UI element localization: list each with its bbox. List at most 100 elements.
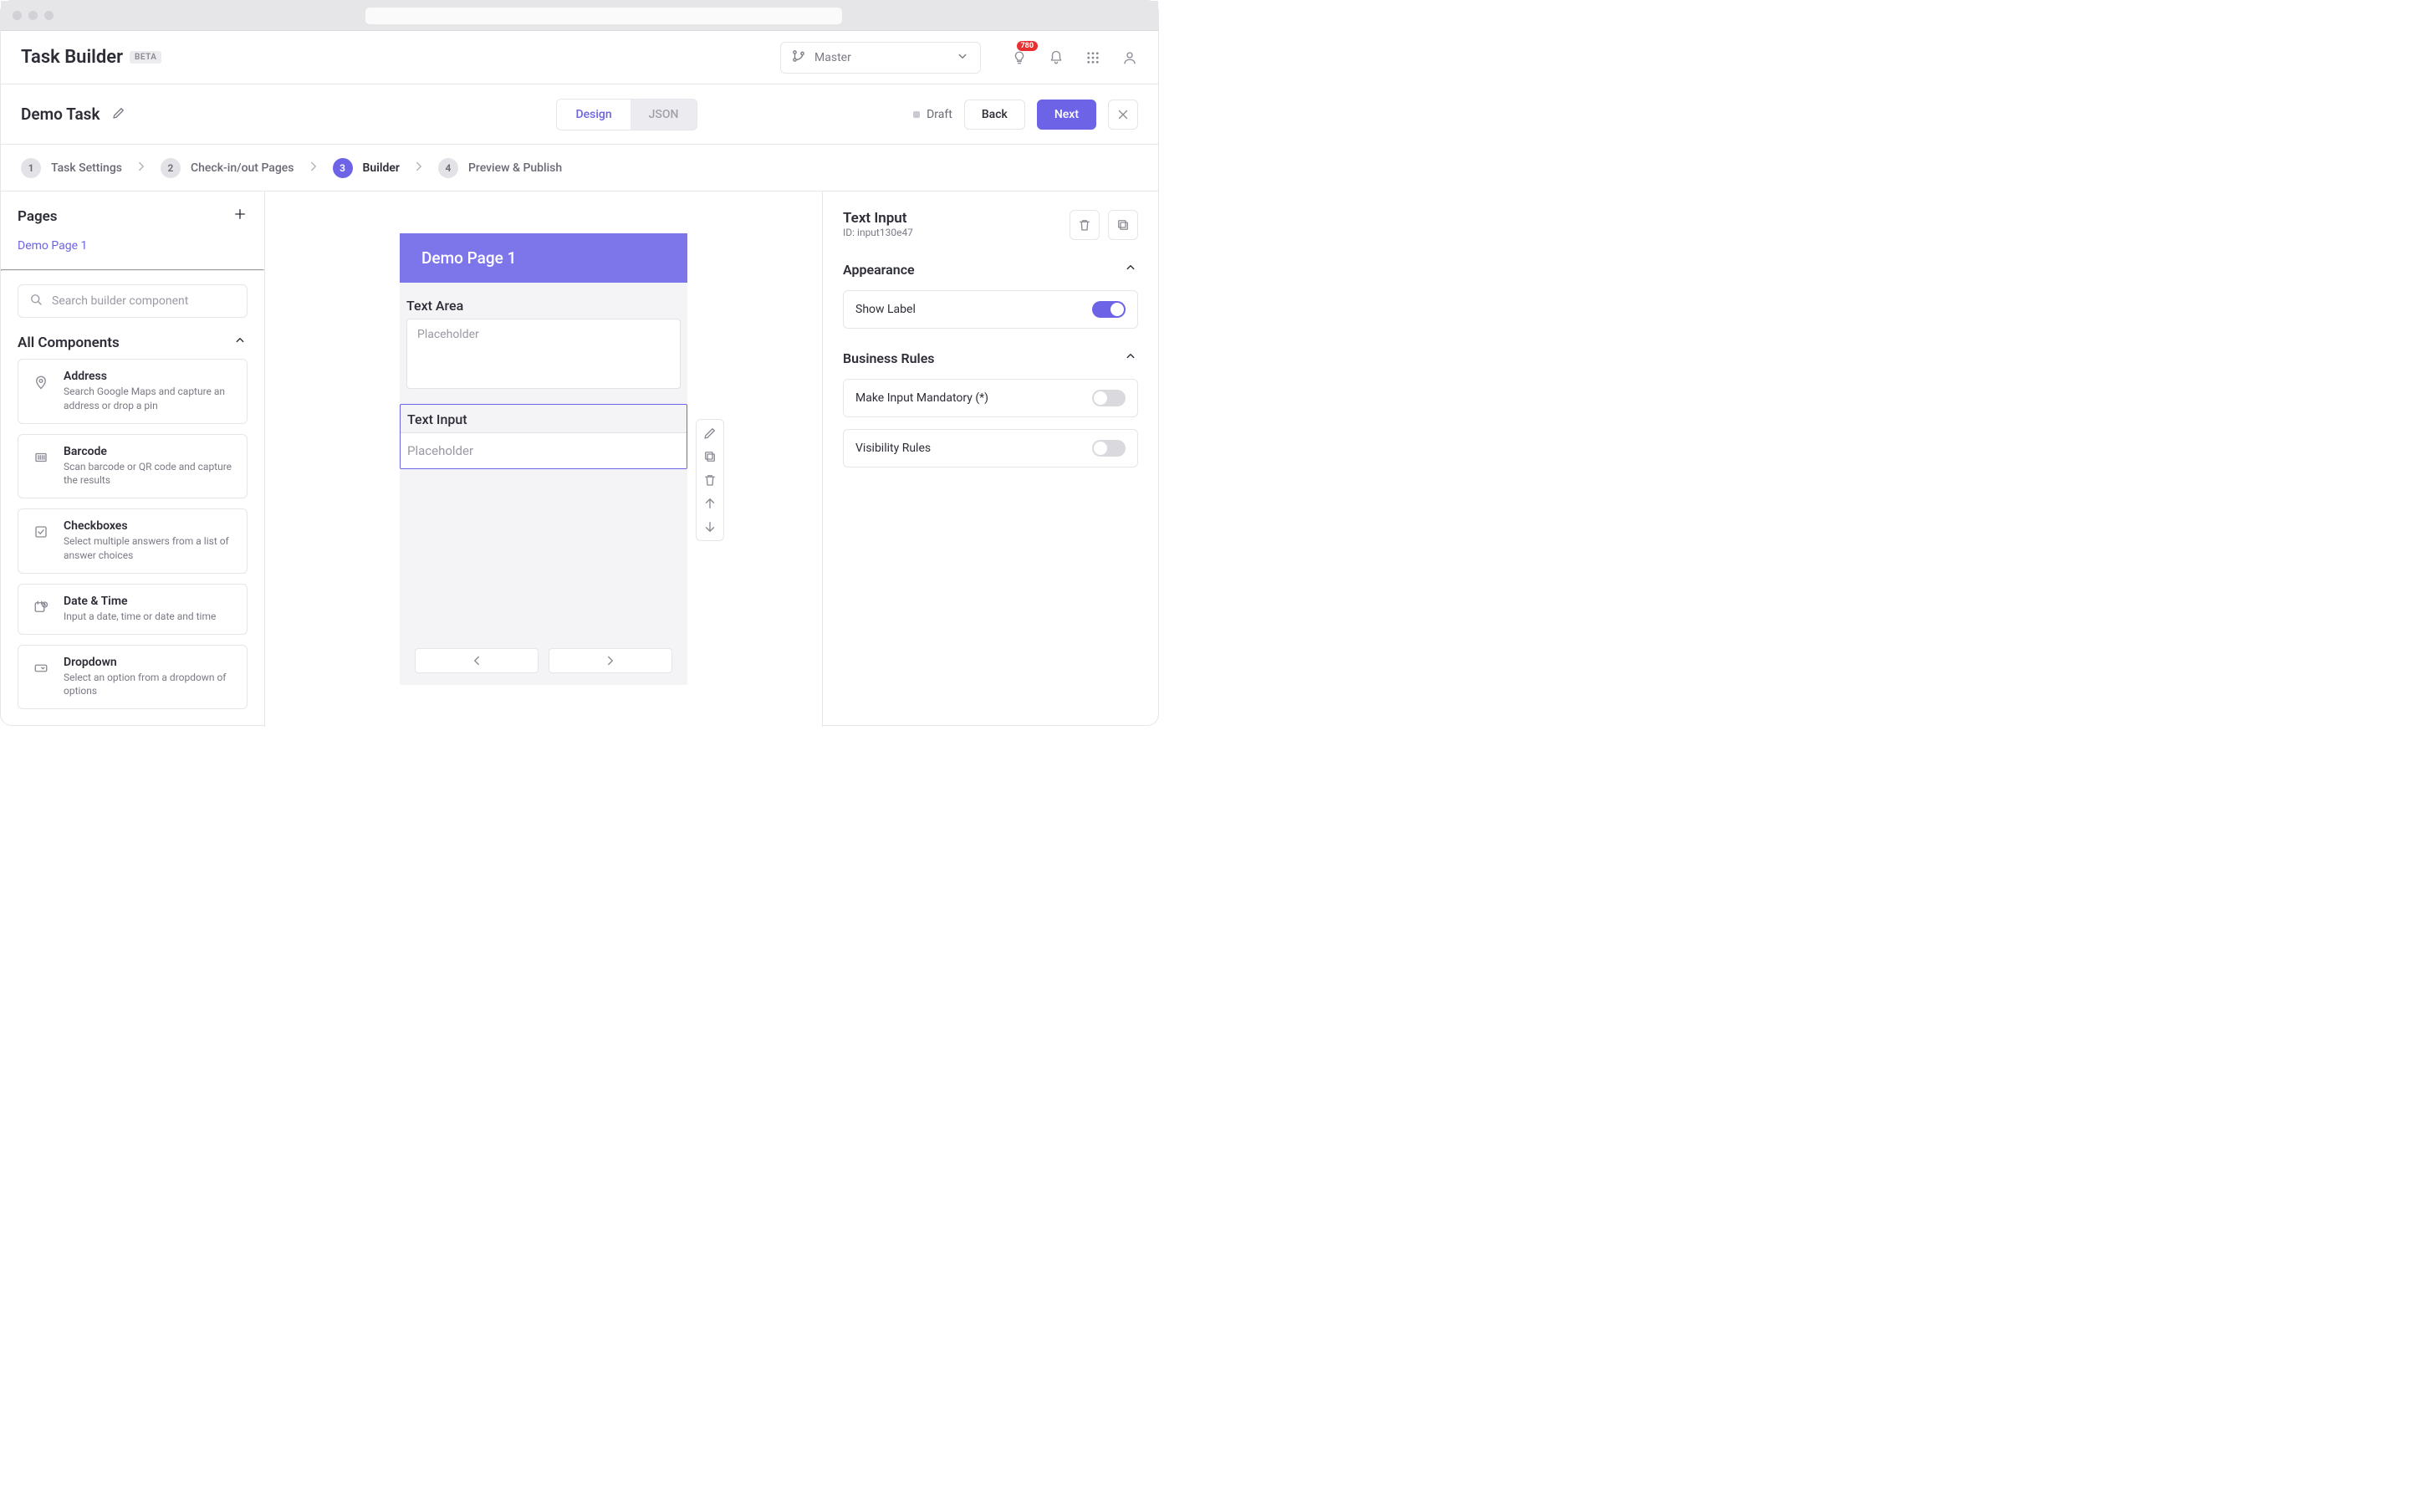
stepper: 1 Task Settings 2 Check-in/out Pages 3 B…: [1, 145, 1158, 192]
hints-icon[interactable]: 780: [1011, 49, 1028, 66]
step-builder[interactable]: 3 Builder: [333, 158, 400, 178]
task-header: Demo Task Design JSON Draft Back Next: [1, 84, 1158, 145]
inspector-title: Text Input: [843, 210, 913, 227]
status-badge: Draft: [913, 108, 952, 121]
step-num: 1: [21, 158, 41, 178]
view-toggle: Design JSON: [556, 99, 697, 130]
inspector-duplicate-button[interactable]: [1108, 210, 1138, 240]
component-dropdown[interactable]: Dropdown Select an option from a dropdow…: [18, 645, 248, 710]
chevron-up-icon[interactable]: [232, 333, 248, 352]
traffic-close[interactable]: [13, 11, 22, 20]
step-checkin[interactable]: 2 Check-in/out Pages: [161, 158, 294, 178]
component-title: Dropdown: [64, 656, 235, 669]
pages-heading: Pages: [18, 208, 58, 225]
prop-show-label: Show Label: [843, 290, 1138, 329]
prop-mandatory: Make Input Mandatory (*): [843, 379, 1138, 417]
component-title: Address: [64, 370, 235, 383]
component-desc: Input a date, time or date and time: [64, 610, 216, 624]
page-title: Demo Page 1: [400, 233, 687, 283]
prop-label: Show Label: [855, 303, 916, 316]
bell-icon[interactable]: [1048, 49, 1065, 66]
topbar: Task Builder BETA Master 780: [1, 31, 1158, 84]
component-desc: Scan barcode or QR code and capture the …: [64, 460, 235, 488]
step-num: 4: [438, 158, 458, 178]
dropdown-icon: [30, 657, 52, 679]
move-down-button[interactable]: [702, 518, 718, 535]
branch-dropdown[interactable]: Master: [780, 42, 981, 74]
move-up-button[interactable]: [702, 495, 718, 512]
branch-label: Master: [814, 51, 851, 64]
component-title: Checkboxes: [64, 519, 235, 533]
step-num: 3: [333, 158, 353, 178]
chevron-up-icon[interactable]: [1123, 260, 1138, 278]
inspector-delete-button[interactable]: [1070, 210, 1100, 240]
step-label: Builder: [363, 161, 400, 175]
next-button[interactable]: Next: [1037, 100, 1096, 130]
workspace: Pages Demo Page 1 Search builder compone…: [1, 192, 1158, 727]
toggle-show-label[interactable]: [1092, 301, 1126, 318]
chevron-right-icon: [411, 159, 426, 177]
barcode-icon: [30, 447, 52, 468]
url-bar[interactable]: [365, 8, 842, 24]
task-title: Demo Task: [21, 105, 100, 124]
chevron-up-icon[interactable]: [1123, 349, 1138, 367]
component-barcode[interactable]: Barcode Scan barcode or QR code and capt…: [18, 434, 248, 499]
component-address[interactable]: Address Search Google Maps and capture a…: [18, 359, 248, 424]
search-icon: [28, 292, 43, 310]
component-datetime[interactable]: Date & Time Input a date, time or date a…: [18, 584, 248, 635]
element-toolbar: [696, 419, 724, 541]
step-num: 2: [161, 158, 181, 178]
browser-chrome: [1, 1, 1158, 31]
component-title: Date & Time: [64, 595, 216, 608]
textinput-placeholder: Placeholder: [401, 432, 687, 468]
inspector-id: ID: input130e47: [843, 227, 913, 238]
prop-label: Make Input Mandatory (*): [855, 391, 988, 405]
component-desc: Select multiple answers from a list of a…: [64, 534, 235, 563]
checkbox-icon: [30, 521, 52, 543]
section-appearance: Appearance: [843, 262, 915, 278]
apps-grid-icon[interactable]: [1085, 49, 1101, 66]
toggle-visibility[interactable]: [1092, 440, 1126, 457]
textinput-block-selected[interactable]: Text Input Placeholder: [400, 404, 687, 469]
step-label: Check-in/out Pages: [191, 161, 294, 175]
add-page-button[interactable]: [232, 207, 248, 226]
close-button[interactable]: [1108, 100, 1138, 130]
traffic-zoom[interactable]: [44, 11, 54, 20]
prev-page-button[interactable]: [415, 648, 539, 673]
chevron-right-icon: [134, 159, 149, 177]
step-preview[interactable]: 4 Preview & Publish: [438, 158, 562, 178]
section-business-rules: Business Rules: [843, 350, 935, 366]
step-task-settings[interactable]: 1 Task Settings: [21, 158, 122, 178]
phone-frame: Demo Page 1 Text Area Placeholder Text I…: [400, 233, 687, 685]
textarea-block[interactable]: Text Area Placeholder: [400, 283, 687, 389]
textinput-label: Text Input: [401, 405, 687, 432]
textarea-label: Text Area: [400, 291, 687, 319]
component-desc: Search Google Maps and capture an addres…: [64, 385, 235, 413]
components-heading: All Components: [18, 335, 120, 351]
page-item[interactable]: Demo Page 1: [18, 232, 248, 259]
chevron-right-icon: [306, 159, 321, 177]
component-title: Barcode: [64, 445, 235, 458]
edit-element-button[interactable]: [702, 425, 718, 442]
beta-badge: BETA: [130, 51, 161, 64]
chevron-down-icon: [955, 49, 970, 67]
textarea-placeholder: Placeholder: [406, 319, 681, 389]
inspector: Text Input ID: input130e47 Appearance Sh…: [822, 192, 1158, 727]
delete-element-button[interactable]: [702, 472, 718, 488]
prop-label: Visibility Rules: [855, 442, 931, 455]
pin-icon: [30, 371, 52, 393]
back-button[interactable]: Back: [964, 100, 1025, 130]
tab-json[interactable]: JSON: [631, 100, 697, 130]
next-page-button[interactable]: [549, 648, 672, 673]
search-placeholder: Search builder component: [52, 294, 188, 308]
component-desc: Select an option from a dropdown of opti…: [64, 671, 235, 699]
traffic-minimize[interactable]: [28, 11, 38, 20]
tab-design[interactable]: Design: [557, 100, 630, 130]
app-title: Task Builder BETA: [21, 47, 161, 68]
toggle-mandatory[interactable]: [1092, 390, 1126, 406]
search-input[interactable]: Search builder component: [18, 284, 248, 318]
edit-icon[interactable]: [111, 105, 126, 124]
component-checkboxes[interactable]: Checkboxes Select multiple answers from …: [18, 508, 248, 574]
user-icon[interactable]: [1121, 49, 1138, 66]
duplicate-element-button[interactable]: [702, 448, 718, 465]
